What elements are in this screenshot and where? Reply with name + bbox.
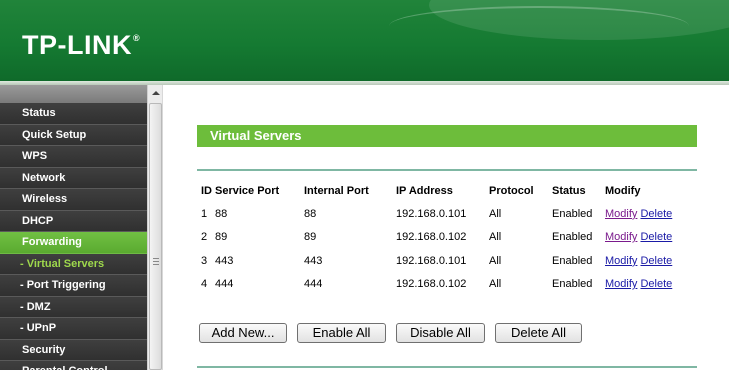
- delete-all-button[interactable]: Delete All: [495, 323, 582, 343]
- sidebar-menu: Status Quick Setup WPS Network Wireless …: [0, 85, 147, 370]
- main-content: Virtual Servers ID Service Port Internal…: [163, 85, 729, 370]
- table-row: 4 444 444 192.168.0.102 All Enabled Modi…: [197, 273, 685, 297]
- row-status: Enabled: [552, 207, 593, 220]
- row-ip-address: 192.168.0.101: [396, 254, 467, 267]
- sidebar-item-wireless[interactable]: Wireless: [0, 189, 147, 211]
- section-divider-top: [197, 169, 697, 171]
- scrollbar-thumb[interactable]: [149, 103, 162, 370]
- row-service-port: 443: [215, 254, 234, 267]
- delete-link[interactable]: Delete: [640, 255, 672, 267]
- row-actions: Modify Delete: [605, 202, 685, 226]
- row-protocol: All: [489, 278, 502, 291]
- row-service-port: 88: [215, 207, 228, 220]
- row-internal-port: 443: [304, 254, 323, 267]
- virtual-servers-table: ID Service Port Internal Port IP Address…: [197, 180, 685, 296]
- sidebar-item-status[interactable]: Status: [0, 103, 147, 125]
- add-new-button[interactable]: Add New...: [199, 323, 287, 343]
- row-id: 1: [201, 207, 208, 220]
- logo-text: TP-LINK: [22, 30, 132, 60]
- column-header-id: ID: [201, 185, 212, 197]
- sidebar-item-wps[interactable]: WPS: [0, 146, 147, 168]
- row-ip-address: 192.168.0.102: [396, 278, 467, 291]
- row-status: Enabled: [552, 278, 593, 291]
- table-row: 1 88 88 192.168.0.101 All Enabled Modify…: [197, 202, 685, 226]
- sidebar-item-port-triggering[interactable]: - Port Triggering: [0, 275, 147, 297]
- column-header-service-port: Service Port: [215, 185, 280, 197]
- row-status: Enabled: [552, 254, 593, 267]
- row-ip-address: 192.168.0.102: [396, 231, 467, 244]
- delete-link[interactable]: Delete: [640, 231, 672, 243]
- row-status: Enabled: [552, 231, 593, 244]
- sidebar-scrollbar[interactable]: [147, 85, 163, 370]
- scroll-up-arrow-icon[interactable]: [148, 85, 163, 101]
- page-title: Virtual Servers: [197, 125, 697, 147]
- modify-link[interactable]: Modify: [605, 231, 637, 243]
- header-decoration-line: [389, 6, 689, 46]
- column-header-internal-port: Internal Port: [304, 185, 369, 197]
- row-actions: Modify Delete: [605, 249, 685, 273]
- row-internal-port: 88: [304, 207, 317, 220]
- row-protocol: All: [489, 231, 502, 244]
- sidebar-item-virtual-servers[interactable]: - Virtual Servers: [0, 253, 147, 275]
- sidebar-item-network[interactable]: Network: [0, 167, 147, 189]
- sidebar-item-upnp[interactable]: - UPnP: [0, 318, 147, 340]
- row-internal-port: 89: [304, 231, 317, 244]
- modify-link[interactable]: Modify: [605, 255, 637, 267]
- row-actions: Modify Delete: [605, 273, 685, 297]
- delete-link[interactable]: Delete: [640, 208, 672, 220]
- column-header-ip-address: IP Address: [396, 185, 453, 197]
- section-divider-bottom: [197, 366, 697, 368]
- row-id: 4: [201, 278, 208, 291]
- tp-link-logo: TP-LINK®: [22, 30, 140, 61]
- row-service-port: 89: [215, 231, 228, 244]
- trademark-symbol: ®: [132, 33, 141, 43]
- sidebar-item-quick-setup[interactable]: Quick Setup: [0, 124, 147, 146]
- sidebar-item-forwarding[interactable]: Forwarding: [0, 232, 147, 254]
- row-internal-port: 444: [304, 278, 323, 291]
- row-ip-address: 192.168.0.101: [396, 207, 467, 220]
- table-row: 3 443 443 192.168.0.101 All Enabled Modi…: [197, 249, 685, 273]
- row-actions: Modify Delete: [605, 226, 685, 250]
- delete-link[interactable]: Delete: [640, 278, 672, 290]
- modify-link[interactable]: Modify: [605, 278, 637, 290]
- sidebar-item-dhcp[interactable]: DHCP: [0, 210, 147, 232]
- row-id: 3: [201, 254, 208, 267]
- column-header-modify: Modify: [605, 185, 641, 197]
- table-header-row: ID Service Port Internal Port IP Address…: [197, 180, 685, 202]
- sidebar-item-parental-control[interactable]: Parental Control: [0, 361, 147, 370]
- sidebar-item-security[interactable]: Security: [0, 339, 147, 361]
- sidebar-top-bar: [0, 85, 147, 103]
- row-service-port: 444: [215, 278, 234, 291]
- enable-all-button[interactable]: Enable All: [297, 323, 386, 343]
- disable-all-button[interactable]: Disable All: [396, 323, 485, 343]
- scrollbar-grip-icon: [153, 258, 159, 267]
- column-header-protocol: Protocol: [489, 185, 534, 197]
- table-row: 2 89 89 192.168.0.102 All Enabled Modify…: [197, 226, 685, 250]
- row-protocol: All: [489, 254, 502, 267]
- row-id: 2: [201, 231, 208, 244]
- column-header-status: Status: [552, 185, 586, 197]
- modify-link[interactable]: Modify: [605, 208, 637, 220]
- header-banner: TP-LINK®: [0, 0, 729, 81]
- row-protocol: All: [489, 207, 502, 220]
- sidebar-item-dmz[interactable]: - DMZ: [0, 296, 147, 318]
